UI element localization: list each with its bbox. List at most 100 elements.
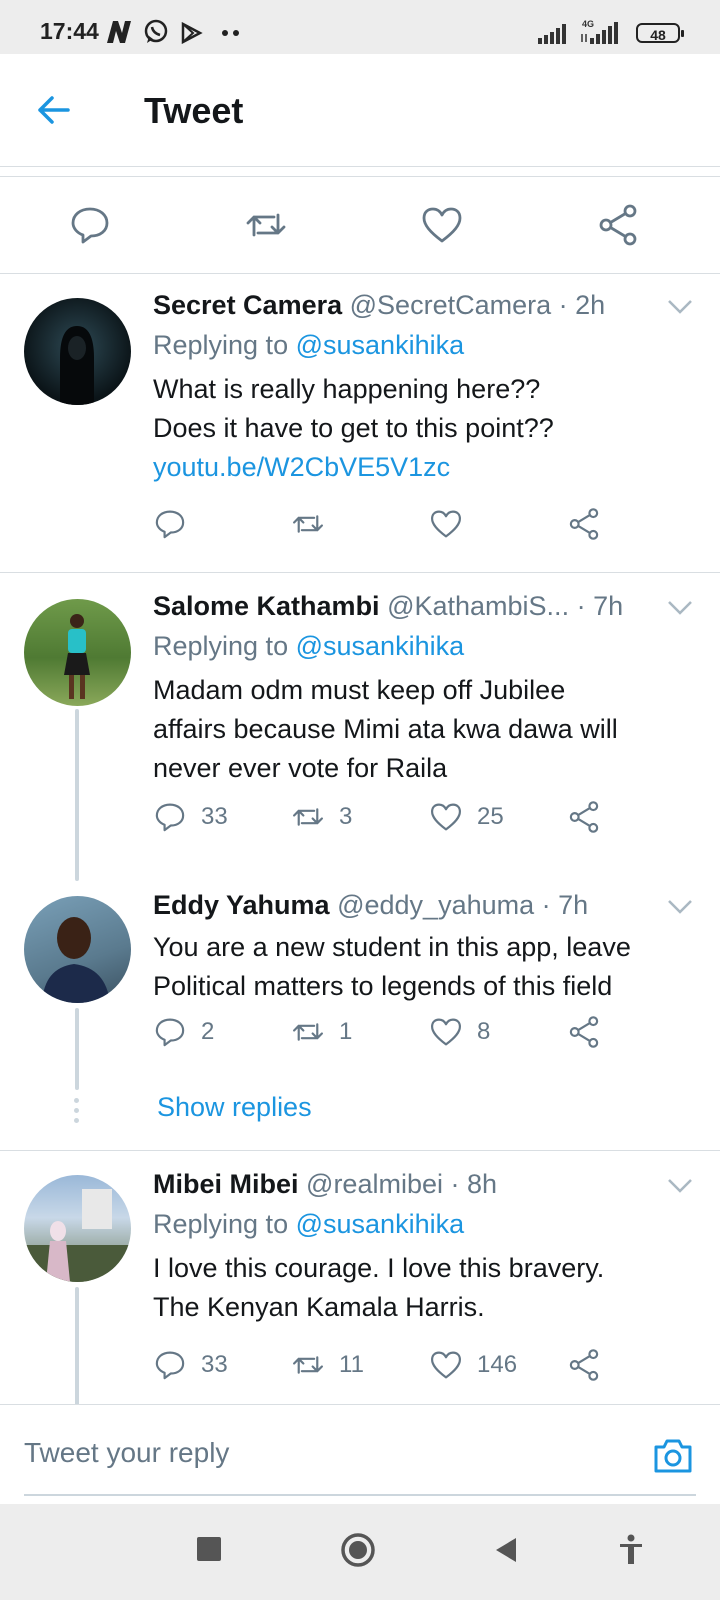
thread-line <box>75 709 79 881</box>
like-icon[interactable] <box>420 203 464 247</box>
like-button[interactable]: 8 <box>429 1012 490 1052</box>
like-count: 8 <box>477 1018 491 1045</box>
share-button[interactable] <box>567 1345 601 1385</box>
whatsapp-icon <box>144 19 168 43</box>
chevron-down-icon[interactable] <box>666 599 694 617</box>
like-count: 25 <box>477 803 504 830</box>
tweet-time: 7h <box>593 591 624 621</box>
more-dots-icon <box>222 30 239 36</box>
user-line: Mibei Mibei @realmibei · 8h <box>153 1169 498 1199</box>
mention-link[interactable]: @susankihika <box>296 1209 465 1239</box>
back-triangle-icon[interactable] <box>494 1536 518 1564</box>
reply-count: 33 <box>201 803 228 830</box>
back-arrow-icon[interactable] <box>34 90 74 130</box>
user-line: Salome Kathambi @KathambiS... · 7h <box>153 591 624 621</box>
reply-icon <box>155 1351 185 1380</box>
reply-compose-bar: Tweet your reply <box>0 1404 720 1501</box>
retweet-button[interactable] <box>291 504 339 544</box>
user-line: Secret Camera @SecretCamera · 2h <box>153 290 606 320</box>
user-name[interactable]: Eddy Yahuma <box>153 890 330 920</box>
retweet-count: 11 <box>339 1351 364 1378</box>
reply-button[interactable] <box>153 504 201 544</box>
like-icon <box>431 1351 461 1379</box>
tweet-text: Madam odm must keep off Jubilee affairs … <box>153 675 618 783</box>
share-button[interactable] <box>567 1012 601 1052</box>
app-header: Tweet <box>0 54 720 167</box>
page-title: Tweet <box>144 90 244 131</box>
reply-icon[interactable] <box>68 203 112 247</box>
retweet-icon <box>293 1356 323 1374</box>
tweet-actions <box>153 504 633 544</box>
reply-input[interactable]: Tweet your reply <box>24 1437 229 1469</box>
user-line: Eddy Yahuma @eddy_yahuma · 7h <box>153 890 589 920</box>
divider <box>0 1150 720 1151</box>
like-button[interactable] <box>429 504 477 544</box>
like-button[interactable]: 146 <box>429 1345 517 1385</box>
share-button[interactable] <box>567 504 601 544</box>
user-handle[interactable]: @eddy_yahuma <box>337 890 534 920</box>
avatar[interactable] <box>24 599 131 706</box>
reply-button[interactable]: 33 <box>153 797 228 837</box>
4g-signal-icon: 4G <box>581 19 618 44</box>
retweet-button[interactable]: 11 <box>291 1345 364 1385</box>
avatar[interactable] <box>24 298 131 405</box>
tweet-actions: 33 3 25 <box>153 797 633 837</box>
status-bar: 17:44 4G 48 <box>0 0 720 54</box>
tweet-text: You are a new student in this app, leave… <box>153 932 631 1001</box>
input-underline <box>24 1494 696 1496</box>
tweet-text: What is really happening here?? Does it … <box>153 370 693 487</box>
system-nav-bar <box>0 1504 720 1600</box>
avatar[interactable] <box>24 896 131 1003</box>
retweet-count: 1 <box>339 1018 353 1045</box>
reply-count: 33 <box>201 1351 228 1378</box>
user-name[interactable]: Salome Kathambi <box>153 591 380 621</box>
reply-icon <box>155 1018 185 1047</box>
tweet-actions: 33 11 146 <box>153 1345 633 1385</box>
share-icon <box>569 508 599 540</box>
chevron-down-icon[interactable] <box>666 1177 694 1195</box>
like-count: 146 <box>477 1351 518 1378</box>
recents-square-icon[interactable] <box>196 1536 222 1562</box>
user-name[interactable]: Mibei Mibei <box>153 1169 299 1199</box>
tweet-actions: 2 1 8 <box>153 1012 633 1052</box>
tweet-time: 7h <box>558 890 589 920</box>
share-button[interactable] <box>567 797 601 837</box>
netflix-icon <box>107 21 131 43</box>
user-handle[interactable]: @realmibei <box>306 1169 443 1199</box>
show-replies-link[interactable]: Show replies <box>157 1092 312 1123</box>
home-circle-icon[interactable] <box>340 1532 376 1568</box>
like-button[interactable]: 25 <box>429 797 504 837</box>
share-icon <box>569 1349 599 1381</box>
tweet-time: 2h <box>575 290 606 320</box>
avatar[interactable] <box>24 1175 131 1282</box>
mention-link[interactable]: @susankihika <box>296 631 465 661</box>
reply-button[interactable]: 33 <box>153 1345 228 1385</box>
avatar-image <box>60 326 94 405</box>
retweet-icon <box>293 808 323 826</box>
user-handle[interactable]: @SecretCamera <box>350 290 551 320</box>
thread-line <box>75 1008 79 1090</box>
accessibility-icon[interactable] <box>618 1534 644 1566</box>
mention-link[interactable]: @susankihika <box>296 330 465 360</box>
reply-icon <box>155 803 185 832</box>
share-icon[interactable] <box>596 203 640 247</box>
like-icon <box>431 510 461 538</box>
tweet-link[interactable]: youtu.be/W2CbVE5V1zc <box>153 448 693 487</box>
battery-icon: 48 <box>636 23 684 43</box>
retweet-icon[interactable] <box>244 203 288 247</box>
replying-to: Replying to @susankihika <box>153 631 465 661</box>
user-name[interactable]: Secret Camera <box>153 290 342 320</box>
reply-button[interactable]: 2 <box>153 1012 214 1052</box>
avatar-image <box>42 917 110 1003</box>
retweet-icon <box>293 515 323 533</box>
chevron-down-icon[interactable] <box>666 298 694 316</box>
retweet-button[interactable]: 1 <box>291 1012 352 1052</box>
user-handle[interactable]: @KathambiS... <box>387 591 569 621</box>
avatar-image <box>64 614 90 699</box>
chevron-down-icon[interactable] <box>666 898 694 916</box>
retweet-icon <box>293 1023 323 1041</box>
avatar-image <box>24 1189 131 1282</box>
tweet-time: 8h <box>466 1169 498 1199</box>
retweet-button[interactable]: 3 <box>291 797 352 837</box>
camera-icon[interactable] <box>652 1435 694 1475</box>
